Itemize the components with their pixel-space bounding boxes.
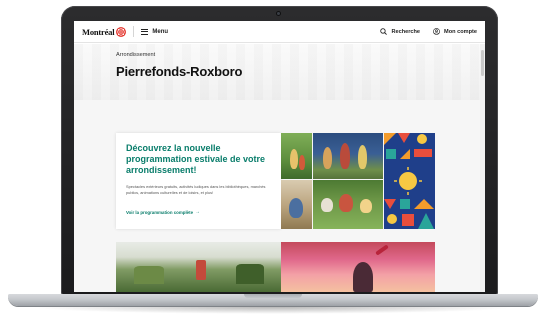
scrollbar[interactable] — [480, 44, 485, 292]
program-link-label: Voir la programmation complète — [126, 209, 194, 215]
hero-label: Arrondissement — [116, 52, 156, 58]
browser-viewport: Montréal Menu Recherche Mon compte Arron… — [74, 21, 485, 292]
rosace-logo-icon — [116, 26, 127, 37]
header-divider — [133, 26, 135, 37]
festival-pattern-graphic — [384, 133, 435, 229]
webcam — [276, 11, 281, 16]
logo-wordmark: Montréal — [82, 26, 115, 37]
account-button[interactable]: Mon compte — [433, 28, 477, 35]
site-header: Montréal Menu Recherche Mon compte — [74, 21, 485, 43]
scrollbar-thumb[interactable] — [481, 50, 484, 76]
laptop-base-notch — [244, 294, 302, 298]
photo-children-reading — [313, 180, 383, 229]
photo-park-activity — [281, 133, 312, 179]
page-title: Pierrefonds-Roxboro — [116, 64, 243, 79]
laptop-base — [8, 294, 538, 306]
account-label: Mon compte — [444, 28, 477, 35]
photo-library — [281, 180, 312, 229]
search-button[interactable]: Recherche — [380, 28, 420, 35]
laptop-lid: Montréal Menu Recherche Mon compte Arron… — [61, 6, 498, 296]
arrow-right-icon: → — [195, 209, 201, 215]
promo-description: Spectacles extérieurs gratuits, activité… — [126, 184, 266, 195]
photo-collage — [281, 133, 435, 229]
user-icon — [433, 28, 440, 35]
header-actions: Recherche Mon compte — [380, 28, 477, 35]
menu-button[interactable]: Menu — [141, 28, 169, 35]
hamburger-icon — [141, 28, 149, 35]
menu-label: Menu — [152, 28, 169, 35]
photo-outdoor-concert — [313, 133, 383, 179]
photo-sunset-event — [281, 242, 435, 292]
hero-banner: Arrondissement Pierrefonds-Roxboro — [74, 44, 485, 100]
search-icon — [380, 28, 388, 35]
photo-community-garden — [116, 242, 281, 292]
program-link[interactable]: Voir la programmation complète → — [126, 209, 200, 215]
festival-poster-graphic — [384, 133, 435, 229]
montreal-logo[interactable]: Montréal — [82, 26, 127, 37]
promo-title: Découvrez la nouvelle programmation esti… — [126, 143, 266, 175]
search-label: Recherche — [391, 28, 421, 35]
promo-card: Découvrez la nouvelle programmation esti… — [116, 133, 281, 229]
